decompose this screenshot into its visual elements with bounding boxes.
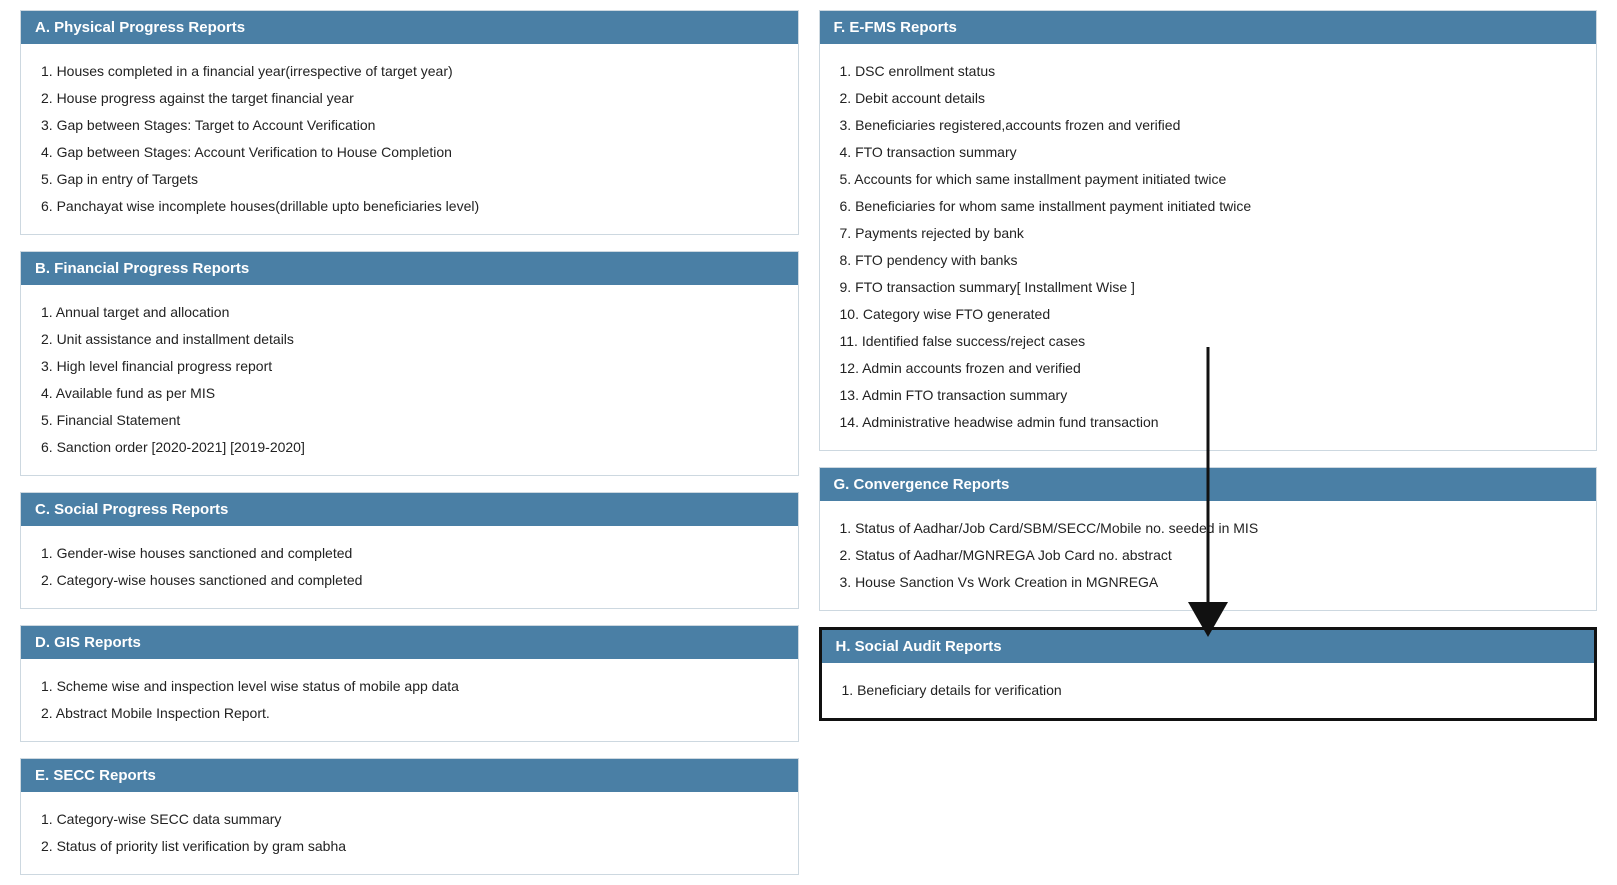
list-item[interactable]: 2. Status of priority list verification … [41, 833, 778, 860]
list-item[interactable]: 3. Beneficiaries registered,accounts fro… [840, 112, 1577, 139]
list-item[interactable]: 4. FTO transaction summary [840, 139, 1577, 166]
list-item[interactable]: 4. Gap between Stages: Account Verificat… [41, 139, 778, 166]
section-g: G. Convergence Reports 1. Status of Aadh… [819, 467, 1598, 611]
list-item[interactable]: 1. Gender-wise houses sanctioned and com… [41, 540, 778, 567]
section-f-header: F. E-FMS Reports [820, 11, 1597, 44]
list-item[interactable]: 6. Sanction order [2020-2021] [2019-2020… [41, 434, 778, 461]
section-g-body: 1. Status of Aadhar/Job Card/SBM/SECC/Mo… [820, 501, 1597, 610]
section-a-body: 1. Houses completed in a financial year(… [21, 44, 798, 234]
section-c-header: C. Social Progress Reports [21, 493, 798, 526]
list-item[interactable]: 14. Administrative headwise admin fund t… [840, 409, 1577, 436]
section-b-body: 1. Annual target and allocation 2. Unit … [21, 285, 798, 475]
list-item[interactable]: 8. FTO pendency with banks [840, 247, 1577, 274]
list-item[interactable]: 1. Beneficiary details for verification [842, 677, 1575, 704]
section-f-body: 1. DSC enrollment status 2. Debit accoun… [820, 44, 1597, 450]
section-d-body: 1. Scheme wise and inspection level wise… [21, 659, 798, 741]
list-item[interactable]: 2. Abstract Mobile Inspection Report. [41, 700, 778, 727]
list-item[interactable]: 5. Financial Statement [41, 407, 778, 434]
left-column: A. Physical Progress Reports 1. Houses c… [20, 10, 799, 875]
section-a: A. Physical Progress Reports 1. Houses c… [20, 10, 799, 235]
section-d-list: 1. Scheme wise and inspection level wise… [41, 673, 778, 727]
list-item[interactable]: 7. Payments rejected by bank [840, 220, 1577, 247]
list-item[interactable]: 1. Scheme wise and inspection level wise… [41, 673, 778, 700]
section-b: B. Financial Progress Reports 1. Annual … [20, 251, 799, 476]
list-item[interactable]: 1. Status of Aadhar/Job Card/SBM/SECC/Mo… [840, 515, 1577, 542]
list-item[interactable]: 2. House progress against the target fin… [41, 85, 778, 112]
list-item[interactable]: 5. Gap in entry of Targets [41, 166, 778, 193]
list-item[interactable]: 3. House Sanction Vs Work Creation in MG… [840, 569, 1577, 596]
list-item[interactable]: 11. Identified false success/reject case… [840, 328, 1577, 355]
list-item[interactable]: 13. Admin FTO transaction summary [840, 382, 1577, 409]
list-item[interactable]: 1. Category-wise SECC data summary [41, 806, 778, 833]
list-item[interactable]: 5. Accounts for which same installment p… [840, 166, 1577, 193]
section-h-list: 1. Beneficiary details for verification [842, 677, 1575, 704]
list-item[interactable]: 10. Category wise FTO generated [840, 301, 1577, 328]
list-item[interactable]: 6. Panchayat wise incomplete houses(dril… [41, 193, 778, 220]
right-column: F. E-FMS Reports 1. DSC enrollment statu… [819, 10, 1598, 875]
list-item[interactable]: 6. Beneficiaries for whom same installme… [840, 193, 1577, 220]
page-container: A. Physical Progress Reports 1. Houses c… [0, 0, 1617, 885]
list-item[interactable]: 12. Admin accounts frozen and verified [840, 355, 1577, 382]
list-item[interactable]: 1. DSC enrollment status [840, 58, 1577, 85]
list-item[interactable]: 1. Annual target and allocation [41, 299, 778, 326]
list-item[interactable]: 3. High level financial progress report [41, 353, 778, 380]
section-f: F. E-FMS Reports 1. DSC enrollment statu… [819, 10, 1598, 451]
section-a-header: A. Physical Progress Reports [21, 11, 798, 44]
section-e-body: 1. Category-wise SECC data summary 2. St… [21, 792, 798, 874]
list-item[interactable]: 1. Houses completed in a financial year(… [41, 58, 778, 85]
section-c: C. Social Progress Reports 1. Gender-wis… [20, 492, 799, 609]
section-b-header: B. Financial Progress Reports [21, 252, 798, 285]
list-item[interactable]: 9. FTO transaction summary[ Installment … [840, 274, 1577, 301]
section-h-body: 1. Beneficiary details for verification [822, 663, 1595, 718]
section-d: D. GIS Reports 1. Scheme wise and inspec… [20, 625, 799, 742]
section-e: E. SECC Reports 1. Category-wise SECC da… [20, 758, 799, 875]
section-c-list: 1. Gender-wise houses sanctioned and com… [41, 540, 778, 594]
list-item[interactable]: 2. Category-wise houses sanctioned and c… [41, 567, 778, 594]
section-e-header: E. SECC Reports [21, 759, 798, 792]
section-g-list: 1. Status of Aadhar/Job Card/SBM/SECC/Mo… [840, 515, 1577, 596]
section-e-list: 1. Category-wise SECC data summary 2. St… [41, 806, 778, 860]
section-f-list: 1. DSC enrollment status 2. Debit accoun… [840, 58, 1577, 436]
section-d-header: D. GIS Reports [21, 626, 798, 659]
list-item[interactable]: 3. Gap between Stages: Target to Account… [41, 112, 778, 139]
section-h-wrapper: H. Social Audit Reports 1. Beneficiary d… [819, 627, 1598, 721]
section-h: H. Social Audit Reports 1. Beneficiary d… [819, 627, 1598, 721]
section-c-body: 1. Gender-wise houses sanctioned and com… [21, 526, 798, 608]
list-item[interactable]: 2. Unit assistance and installment detai… [41, 326, 778, 353]
list-item[interactable]: 4. Available fund as per MIS [41, 380, 778, 407]
list-item[interactable]: 2. Debit account details [840, 85, 1577, 112]
section-b-list: 1. Annual target and allocation 2. Unit … [41, 299, 778, 461]
section-g-header: G. Convergence Reports [820, 468, 1597, 501]
section-h-header: H. Social Audit Reports [822, 630, 1595, 663]
section-a-list: 1. Houses completed in a financial year(… [41, 58, 778, 220]
list-item[interactable]: 2. Status of Aadhar/MGNREGA Job Card no.… [840, 542, 1577, 569]
